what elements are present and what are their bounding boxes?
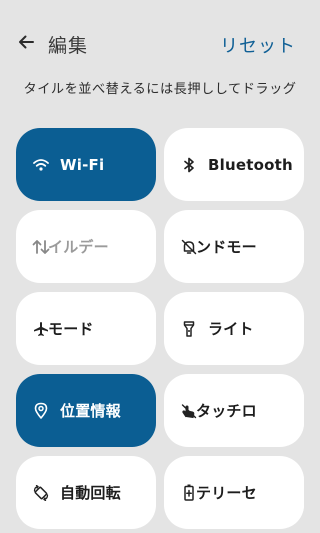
tile-label: ンドモー [196, 238, 257, 256]
flashlight-icon [180, 320, 198, 338]
tile-label: モード [48, 320, 94, 338]
tile-label: Bluetooth [208, 155, 293, 174]
auto-rotate-icon [32, 484, 50, 502]
tile-touch-lock[interactable]: タッチロ [164, 374, 304, 447]
tile-location[interactable]: 位置情報 [16, 374, 156, 447]
bluetooth-icon [180, 156, 198, 174]
tile-bluetooth[interactable]: Bluetooth [164, 128, 304, 201]
tile-wifi[interactable]: Wi-Fi [16, 128, 156, 201]
reset-button[interactable]: リセット [220, 32, 296, 58]
arrow-left-icon [17, 33, 35, 55]
tile-label: ライト [208, 320, 254, 338]
tile-flashlight[interactable]: ライト [164, 292, 304, 365]
back-button[interactable] [12, 30, 40, 58]
tile-label: タッチロ [196, 402, 257, 420]
wifi-icon [32, 156, 50, 174]
app-header: 編集 リセット [0, 0, 320, 80]
tile-mobile-data[interactable]: イルデー [16, 210, 156, 283]
tile-grid: Wi-Fi Bluetooth イルデー ンドモー モード ライト 位置情報 タ… [16, 128, 304, 529]
tile-label: テリーセ [196, 484, 257, 502]
tile-airplane-mode[interactable]: モード [16, 292, 156, 365]
reorder-hint: タイルを並べ替えるには長押ししてドラッグ [23, 82, 297, 97]
tile-label: Wi-Fi [60, 155, 105, 174]
tile-label: 自動回転 [60, 484, 121, 502]
tile-label: 位置情報 [60, 402, 121, 420]
tile-label: イルデー [48, 238, 109, 256]
page-title: 編集 [48, 35, 89, 57]
tile-battery-saver[interactable]: テリーセ [164, 456, 304, 529]
location-icon [32, 402, 50, 420]
tile-auto-rotate[interactable]: 自動回転 [16, 456, 156, 529]
tile-sound-mode[interactable]: ンドモー [164, 210, 304, 283]
